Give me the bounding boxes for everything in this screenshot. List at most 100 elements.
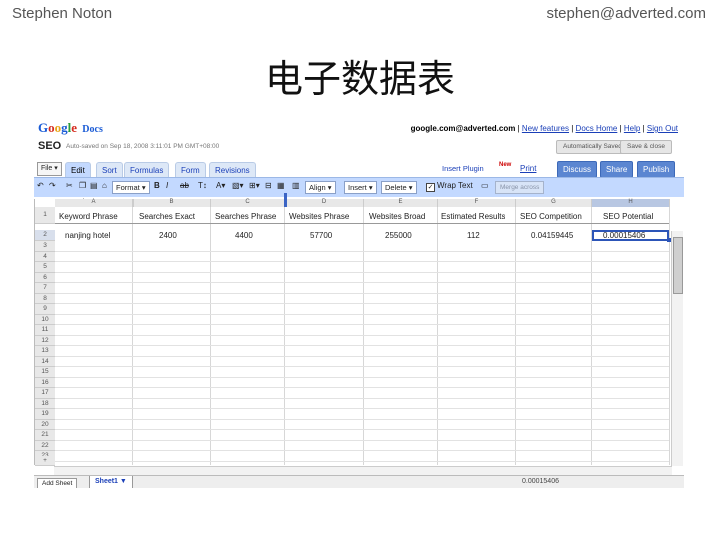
docs-home-link[interactable]: Docs Home — [576, 124, 618, 133]
cell-a2[interactable]: nanjing hotel — [65, 231, 110, 240]
file-menu[interactable]: File ▾ — [37, 162, 62, 176]
merge-icon[interactable]: ⊟ — [265, 181, 272, 190]
row-header-1[interactable]: 1 — [35, 207, 55, 224]
row-header-16[interactable]: 16 — [35, 377, 55, 388]
row-header-13[interactable]: 13 — [35, 346, 55, 357]
strikethrough-button[interactable]: ab — [180, 181, 189, 190]
tab-formulas[interactable]: Formulas — [124, 162, 170, 178]
vertical-scrollbar[interactable] — [671, 231, 683, 466]
tab-sort[interactable]: Sort — [96, 162, 123, 178]
wrap-text-checkbox[interactable]: ✓ — [426, 183, 435, 192]
col-header-d[interactable]: D — [285, 199, 364, 207]
row-header-12[interactable]: 12 — [35, 335, 55, 346]
header-cell-websites-phrase[interactable]: Websites Phrase — [289, 212, 349, 221]
italic-button[interactable]: I — [166, 181, 168, 190]
col-header-g[interactable]: G — [516, 199, 592, 207]
col-header-c[interactable]: C — [211, 199, 285, 207]
col-header-h[interactable]: H — [592, 199, 670, 207]
align-dropdown[interactable]: Align ▾ — [305, 181, 336, 194]
share-button[interactable]: Share — [600, 161, 634, 178]
cell-g2[interactable]: 0.04159445 — [531, 231, 573, 240]
cell-d2[interactable]: 57700 — [310, 231, 332, 240]
add-row-button[interactable]: + — [35, 456, 55, 466]
header-cell-estimated-results[interactable]: Estimated Results — [441, 212, 505, 221]
cell-e2[interactable]: 255000 — [385, 231, 412, 240]
merge-across-button[interactable]: Merge across — [495, 181, 545, 194]
delete-dropdown[interactable]: Delete ▾ — [381, 181, 417, 194]
row-header-3[interactable]: 3 — [35, 241, 55, 252]
new-features-link[interactable]: New features — [522, 124, 569, 133]
undo-icon[interactable]: ↶ — [37, 181, 44, 190]
tab-edit[interactable]: Edit — [65, 162, 91, 178]
cell-f2[interactable]: 112 — [467, 231, 480, 240]
row-header-22[interactable]: 22 — [35, 440, 55, 451]
row-line — [55, 366, 669, 367]
highlight-color-icon[interactable]: ▧▾ — [232, 181, 244, 190]
borders-icon[interactable]: ⊞▾ — [249, 181, 260, 190]
row-header-11[interactable]: 11 — [35, 325, 55, 336]
redo-icon[interactable]: ↷ — [49, 181, 56, 190]
row-header-4[interactable]: 4 — [35, 251, 55, 262]
row-header-10[interactable]: 10 — [35, 314, 55, 325]
format-dropdown[interactable]: Format ▾ — [112, 181, 150, 194]
row-header-7[interactable]: 7 — [35, 283, 55, 294]
col-header-f[interactable]: F — [438, 199, 516, 207]
discuss-button[interactable]: Discuss — [557, 161, 598, 178]
chart-icon[interactable]: ▥ — [292, 181, 300, 190]
row-header-2[interactable]: 2 — [35, 230, 55, 241]
col-line — [284, 207, 285, 465]
grid-icon[interactable]: ▦ — [277, 181, 285, 190]
save-close-button[interactable]: Save & close — [620, 140, 672, 154]
row-header-15[interactable]: 15 — [35, 367, 55, 378]
text-color-icon[interactable]: A▾ — [216, 181, 225, 190]
row-line — [55, 439, 669, 441]
insert-plugin-link[interactable]: Insert Plugin — [442, 164, 484, 173]
merge-across-icon[interactable]: ▭ — [481, 181, 489, 190]
header-cell-keyword[interactable]: Keyword Phrase — [59, 212, 118, 221]
print-link[interactable]: Print — [520, 164, 536, 173]
row-header-21[interactable]: 21 — [35, 430, 55, 441]
row-header-20[interactable]: 20 — [35, 419, 55, 430]
tab-form[interactable]: Form — [175, 162, 206, 178]
row-header-5[interactable]: 5 — [35, 262, 55, 273]
copy-icon[interactable]: ❐ — [79, 181, 86, 190]
header-cell-websites-broad[interactable]: Websites Broad — [369, 212, 425, 221]
document-name[interactable]: SEO — [38, 140, 61, 152]
row-header-14[interactable]: 14 — [35, 356, 55, 367]
publish-button[interactable]: Publish — [637, 161, 676, 178]
help-link[interactable]: Help — [624, 124, 640, 133]
vertical-scroll-thumb[interactable] — [673, 237, 683, 294]
row-line — [55, 324, 669, 325]
tab-revisions[interactable]: Revisions — [209, 162, 256, 178]
col-line — [515, 207, 516, 465]
cell-h2[interactable]: 0.00015406 — [603, 231, 645, 240]
autosaved-button[interactable]: Automatically Saved — [556, 140, 629, 154]
row-header-9[interactable]: 9 — [35, 304, 55, 315]
cut-icon[interactable]: ✂ — [66, 181, 73, 190]
row-header-6[interactable]: 6 — [35, 272, 55, 283]
add-sheet-button[interactable]: Add Sheet — [37, 478, 78, 488]
col-header-a-label[interactable]: A — [55, 199, 133, 207]
header-cell-searches-phrase[interactable]: Searches Phrase — [215, 212, 276, 221]
column-divider-handle[interactable] — [284, 193, 287, 207]
col-header-b[interactable]: B — [133, 199, 211, 207]
row-header-17[interactable]: 17 — [35, 388, 55, 399]
google-docs-logo[interactable]: Google Docs — [38, 120, 103, 136]
sign-out-link[interactable]: Sign Out — [647, 124, 678, 133]
header-cell-seo-potential[interactable]: SEO Potential — [603, 212, 653, 221]
header-cell-seo-competition[interactable]: SEO Competition — [520, 212, 582, 221]
row-header-19[interactable]: 19 — [35, 409, 55, 420]
cell-b2[interactable]: 2400 — [159, 231, 177, 240]
font-size-icon[interactable]: T↕ — [198, 181, 207, 190]
bold-button[interactable]: B — [154, 181, 160, 190]
row-header-18[interactable]: 18 — [35, 398, 55, 409]
header-cell-searches-exact[interactable]: Searches Exact — [139, 212, 195, 221]
row-header-8[interactable]: 8 — [35, 293, 55, 304]
insert-dropdown[interactable]: Insert ▾ — [344, 181, 377, 194]
format-painter-icon[interactable]: ⌂ — [102, 181, 107, 190]
col-header-e[interactable]: E — [364, 199, 438, 207]
paste-icon[interactable]: ▤ — [90, 181, 98, 190]
sheet-tab-sheet1[interactable]: Sheet1 ▼ — [89, 476, 133, 488]
slide-title: 电子数据表 — [264, 57, 455, 101]
cell-c2[interactable]: 4400 — [235, 231, 253, 240]
